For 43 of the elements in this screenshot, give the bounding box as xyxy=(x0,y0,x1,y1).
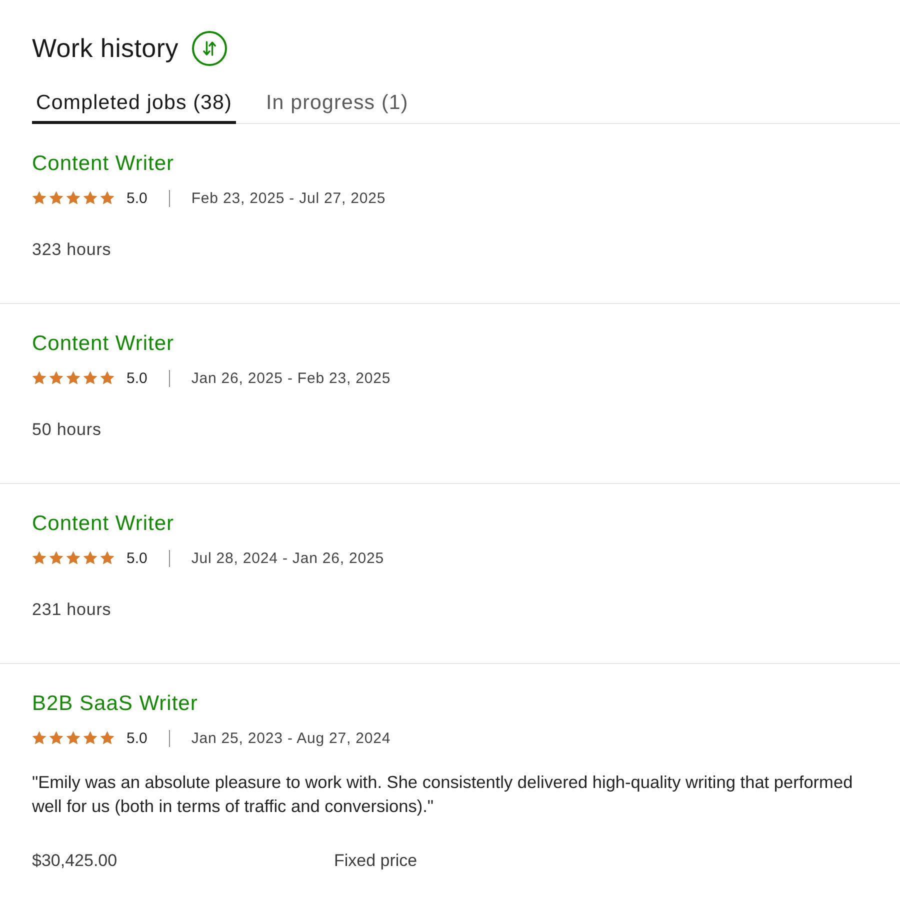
star-icon xyxy=(66,191,80,205)
job-title-link[interactable]: B2B SaaS Writer xyxy=(32,691,198,717)
star-icon xyxy=(49,731,64,745)
rating-value: 5.0 xyxy=(126,730,148,746)
star-icon xyxy=(100,191,114,205)
date-range: Jul 28, 2024 - Jan 26, 2025 xyxy=(191,550,384,566)
job-title-link[interactable]: Content Writer xyxy=(32,151,174,177)
star-icon xyxy=(83,551,98,565)
star-icon xyxy=(32,371,46,385)
date-range: Feb 23, 2025 - Jul 27, 2025 xyxy=(191,190,386,206)
tab[interactable]: In progress (1) xyxy=(262,91,412,124)
star-icon xyxy=(83,191,98,205)
rating-value: 5.0 xyxy=(126,370,148,386)
client-feedback: "Emily was an absolute pleasure to work with. She consistently delivered high-quality writing that performed well for us (both in terms of traffic and conversions)." xyxy=(32,771,854,818)
star-icon xyxy=(32,731,46,745)
star-icon xyxy=(100,371,114,385)
hours-worked: 323 hours xyxy=(32,239,112,261)
star-icon xyxy=(83,371,98,385)
job-title-link[interactable]: Content Writer xyxy=(32,331,174,357)
star-icon xyxy=(49,551,64,565)
sort-button[interactable] xyxy=(192,30,228,66)
section-title: Work history xyxy=(32,32,178,65)
hours-worked: 231 hours xyxy=(32,599,112,621)
rating-value: 5.0 xyxy=(126,190,148,206)
star-icon xyxy=(66,551,80,565)
star-icon xyxy=(83,731,98,745)
tab[interactable]: Completed jobs (38) xyxy=(32,91,236,124)
star-icon xyxy=(49,191,64,205)
up-down-arrows-icon xyxy=(203,40,216,56)
star-icon xyxy=(100,731,114,745)
star-icon xyxy=(49,371,64,385)
date-range: Jan 26, 2025 - Feb 23, 2025 xyxy=(191,370,391,386)
hours-worked: 50 hours xyxy=(32,419,102,441)
star-icon xyxy=(100,551,114,565)
price-type: Fixed price xyxy=(334,850,418,872)
job-amount: $30,425.00 xyxy=(32,850,118,872)
star-icon xyxy=(66,371,80,385)
star-icon xyxy=(66,731,80,745)
rating-value: 5.0 xyxy=(126,550,148,566)
job-title-link[interactable]: Content Writer xyxy=(32,511,174,537)
date-range: Jan 25, 2023 - Aug 27, 2024 xyxy=(191,730,391,746)
star-icon xyxy=(32,551,46,565)
star-icon xyxy=(32,191,46,205)
